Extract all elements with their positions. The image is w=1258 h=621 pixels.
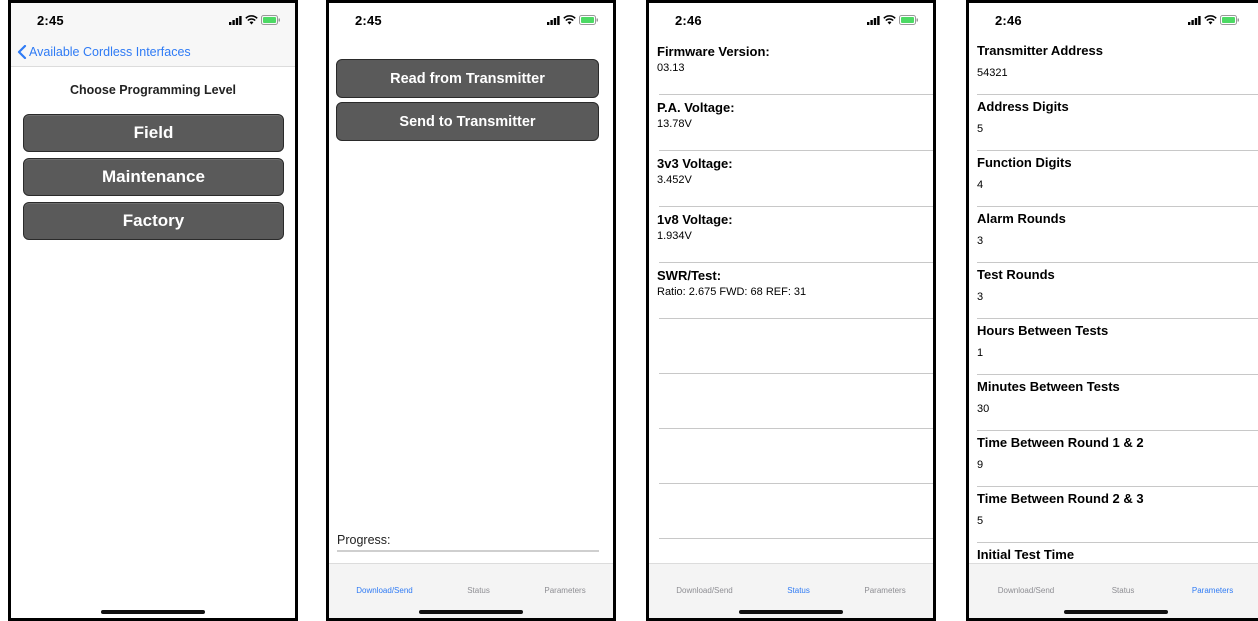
status-bar: 2:46 <box>969 3 1258 37</box>
row-title: Minutes Between Tests <box>977 379 1120 394</box>
home-indicator[interactable] <box>419 610 523 614</box>
row-value: 1.934V <box>657 230 692 242</box>
signal-icon <box>229 15 242 25</box>
home-indicator[interactable] <box>101 610 205 614</box>
battery-icon <box>1220 15 1239 25</box>
parameter-list: Transmitter Address 54321 Address Digits… <box>969 39 1258 599</box>
row-title: Firmware Version: <box>657 44 770 59</box>
row-value: 9 <box>977 459 984 471</box>
row-value: 3.452V <box>657 174 692 186</box>
tab-download-send[interactable]: Download/Send <box>356 586 412 618</box>
empty-row <box>649 484 933 539</box>
wifi-icon <box>883 15 896 25</box>
row-value: 4 <box>977 179 984 191</box>
signal-icon <box>867 15 880 25</box>
back-button[interactable]: Available Cordless Interfaces <box>17 44 191 59</box>
send-to-transmitter-button[interactable]: Send to Transmitter <box>336 102 599 141</box>
row-value: 03.13 <box>657 62 685 74</box>
row-title: Initial Test Time <box>977 547 1075 562</box>
empty-row <box>649 319 933 374</box>
row-title: Time Between Round 1 & 2 <box>977 435 1144 450</box>
tab-download-send[interactable]: Download/Send <box>998 586 1054 618</box>
maintenance-button[interactable]: Maintenance <box>23 158 284 196</box>
progress-bar <box>337 550 599 552</box>
param-row-test-rounds[interactable]: Test Rounds 3 <box>969 263 1258 319</box>
status-row-1v8-voltage: 1v8 Voltage: 1.934V <box>649 207 933 263</box>
param-row-function-digits[interactable]: Function Digits 4 <box>969 151 1258 207</box>
param-row-minutes-between-tests[interactable]: Minutes Between Tests 30 <box>969 375 1258 431</box>
tab-parameters[interactable]: Parameters <box>544 586 585 618</box>
row-value: Ratio: 2.675 FWD: 68 REF: 31 <box>657 286 807 298</box>
empty-row <box>649 429 933 484</box>
row-value: 30 <box>977 403 990 415</box>
field-button[interactable]: Field <box>23 114 284 152</box>
system-icons <box>547 15 599 25</box>
param-row-hours-between-tests[interactable]: Hours Between Tests 1 <box>969 319 1258 375</box>
status-time: 2:45 <box>355 12 382 28</box>
battery-icon <box>579 15 598 25</box>
status-bar: 2:45 <box>11 3 295 37</box>
empty-row <box>649 374 933 429</box>
row-value: 5 <box>977 515 984 527</box>
status-row-3v3-voltage: 3v3 Voltage: 3.452V <box>649 151 933 207</box>
param-row-address-digits[interactable]: Address Digits 5 <box>969 95 1258 151</box>
param-row-time-between-round-2-3[interactable]: Time Between Round 2 & 3 5 <box>969 487 1258 543</box>
battery-icon <box>261 15 280 25</box>
back-button-label: Available Cordless Interfaces <box>29 44 191 59</box>
factory-button[interactable]: Factory <box>23 202 284 240</box>
row-title: Address Digits <box>977 99 1069 114</box>
param-row-alarm-rounds[interactable]: Alarm Rounds 3 <box>969 207 1258 263</box>
row-value: 3 <box>977 235 984 247</box>
wifi-icon <box>1204 15 1217 25</box>
system-icons <box>229 15 281 25</box>
tab-parameters[interactable]: Parameters <box>1192 586 1233 618</box>
read-from-transmitter-button[interactable]: Read from Transmitter <box>336 59 599 98</box>
tab-download-send[interactable]: Download/Send <box>676 586 732 618</box>
home-indicator[interactable] <box>739 610 843 614</box>
row-value: 13.78V <box>657 118 692 130</box>
row-title: 1v8 Voltage: <box>657 212 733 227</box>
battery-icon <box>899 15 918 25</box>
row-value: 54321 <box>977 67 1008 79</box>
row-title: P.A. Voltage: <box>657 100 735 115</box>
row-value: 3 <box>977 291 984 303</box>
row-title: Function Digits <box>977 155 1072 170</box>
status-row-swr-test: SWR/Test: Ratio: 2.675 FWD: 68 REF: 31 <box>649 263 933 319</box>
navigation-bar: Available Cordless Interfaces <box>11 37 295 67</box>
screen-parameters: 2:46 Transmitter Address 54321 Address D… <box>966 0 1258 621</box>
param-row-time-between-round-1-2[interactable]: Time Between Round 1 & 2 9 <box>969 431 1258 487</box>
wifi-icon <box>563 15 576 25</box>
row-title: Time Between Round 2 & 3 <box>977 491 1144 506</box>
chevron-left-icon <box>17 44 27 59</box>
row-title: SWR/Test: <box>657 268 722 283</box>
row-value: 5 <box>977 123 984 135</box>
row-title: Test Rounds <box>977 267 1055 282</box>
status-bar: 2:45 <box>329 3 613 37</box>
status-time: 2:45 <box>37 12 64 28</box>
tab-parameters[interactable]: Parameters <box>864 586 905 618</box>
row-title: 3v3 Voltage: <box>657 156 733 171</box>
status-time: 2:46 <box>675 12 702 28</box>
screen-download-send: 2:45 Read from Transmitter Send to Trans… <box>326 0 616 621</box>
wifi-icon <box>245 15 258 25</box>
status-list: Firmware Version: 03.13 P.A. Voltage: 13… <box>649 39 933 539</box>
param-row-transmitter-address[interactable]: Transmitter Address 54321 <box>969 39 1258 95</box>
status-row-pa-voltage: P.A. Voltage: 13.78V <box>649 95 933 151</box>
status-bar: 2:46 <box>649 3 933 37</box>
row-title: Transmitter Address <box>977 43 1103 58</box>
row-value: 1 <box>977 347 984 359</box>
screen-status: 2:46 Firmware Version: 03.13 P.A. Voltag… <box>646 0 936 621</box>
status-time: 2:46 <box>995 12 1022 28</box>
row-title: Hours Between Tests <box>977 323 1109 338</box>
row-title: Alarm Rounds <box>977 211 1066 226</box>
programming-level-heading: Choose Programming Level <box>69 83 236 97</box>
screen-programming-level: 2:45 Available Cordless Interfaces Choos… <box>8 0 298 621</box>
system-icons <box>1188 15 1240 25</box>
status-row-firmware: Firmware Version: 03.13 <box>649 39 933 95</box>
home-indicator[interactable] <box>1063 610 1168 614</box>
signal-icon <box>547 15 560 25</box>
system-icons <box>867 15 919 25</box>
signal-icon <box>1188 15 1201 25</box>
progress-label: Progress: <box>337 533 391 547</box>
